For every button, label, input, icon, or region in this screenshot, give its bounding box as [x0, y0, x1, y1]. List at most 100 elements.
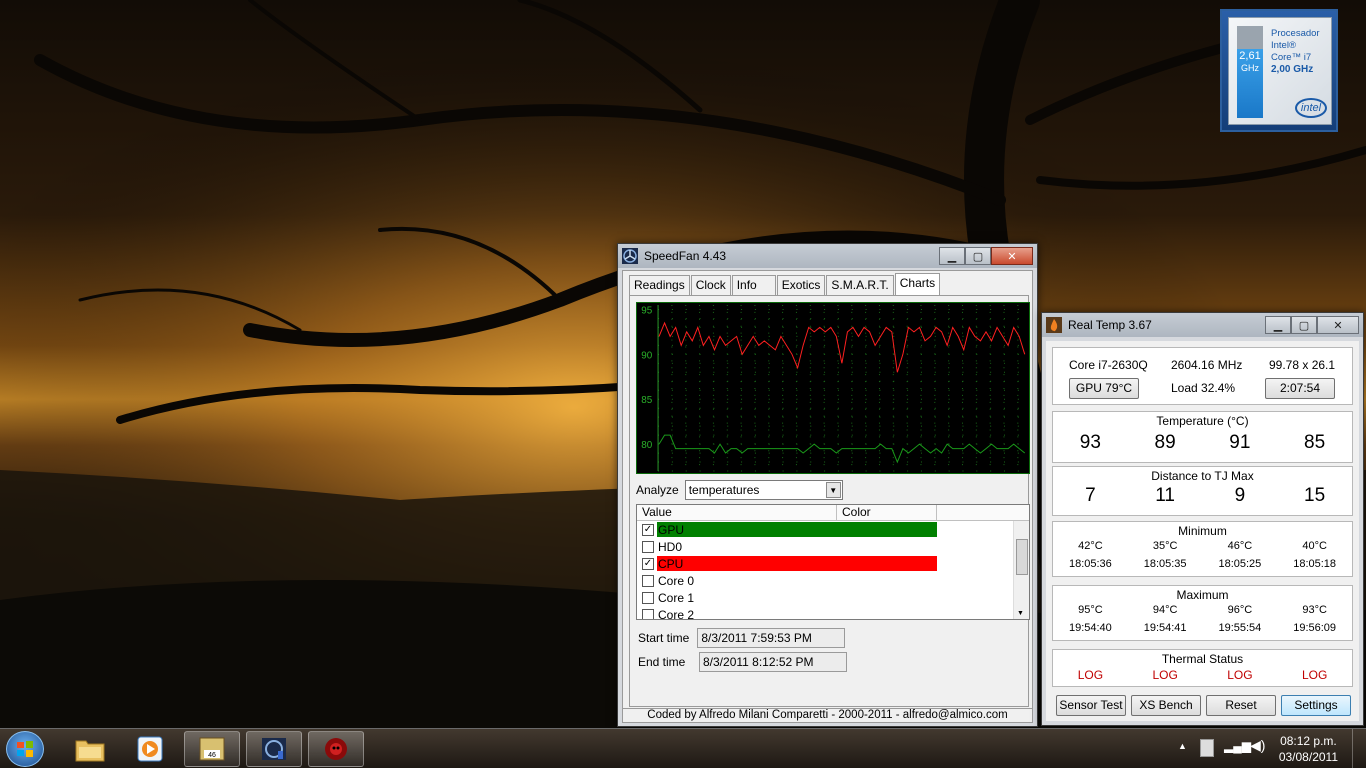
maximize-button[interactable]: ▢	[965, 247, 991, 265]
list-item[interactable]: ✓ GPU	[637, 521, 1029, 538]
scrollbar-thumb[interactable]	[1016, 539, 1028, 575]
close-button[interactable]: ✕	[1317, 316, 1359, 334]
tray-expand-icon[interactable]: ▲	[1178, 741, 1187, 751]
start-button[interactable]	[6, 731, 44, 767]
tray-power-icon[interactable]	[1200, 739, 1214, 757]
scroll-down-icon[interactable]: ▼	[1017, 610, 1024, 617]
flame-icon	[1046, 317, 1062, 333]
tjmax-title: Distance to TJ Max	[1151, 469, 1254, 483]
tab-exotics[interactable]: Exotics	[776, 275, 826, 295]
taskbar-media-player[interactable]	[122, 731, 178, 767]
speedfan-window[interactable]: SpeedFan 4.43 ▁ ▢ ✕ Readings Clock Info …	[617, 243, 1038, 727]
tab-smart[interactable]: S.M.A.R.T.	[826, 275, 894, 295]
list-item-label: GPU	[658, 522, 685, 537]
core1-min: 35°C	[1152, 540, 1178, 552]
start-time-row: Start time 8/3/2011 7:59:53 PM	[638, 628, 846, 648]
core3-min: 40°C	[1302, 540, 1327, 552]
system-clock[interactable]: 08:12 p.m. 03/08/2011	[1279, 733, 1338, 765]
tab-charts[interactable]: Charts	[894, 273, 941, 295]
core3-max: 93°C	[1302, 604, 1327, 616]
fan-icon	[622, 248, 638, 264]
list-item-label: CPU	[658, 556, 684, 571]
intel-cpu-gadget[interactable]: 2,61 GHz Procesador Intel® Core™ i7 2,00…	[1220, 9, 1338, 132]
core1-temp: 89	[1154, 432, 1176, 453]
gadget-base-frequency: 2,00 GHz	[1271, 64, 1314, 75]
core2-min-time: 18:05:25	[1218, 558, 1262, 570]
settings-button[interactable]: Settings	[1281, 695, 1351, 716]
end-time-label: End time	[638, 655, 686, 669]
show-desktop-button[interactable]	[1352, 729, 1366, 768]
close-button[interactable]: ✕	[991, 247, 1033, 265]
tab-readings[interactable]: Readings	[629, 275, 690, 295]
core0-thermal-log[interactable]: LOG	[1053, 668, 1128, 682]
tray-volume-icon[interactable]: ◀)	[1250, 737, 1265, 754]
list-item[interactable]: HD0	[637, 538, 1029, 555]
tjmax-group: Distance to TJ Max 7 11 9 15	[1052, 466, 1353, 516]
gpu-temp-button[interactable]: GPU 79°C	[1069, 378, 1139, 399]
minimize-button[interactable]: ▁	[939, 247, 965, 265]
temperature-title: Temperature (°C)	[1156, 414, 1249, 428]
taskbar: 46 ▲ ▂▄▆ ◀) 08:12 p.m. 03/08/2011	[0, 728, 1366, 768]
analyze-select[interactable]: temperatures ▼	[684, 480, 843, 500]
taskbar-game[interactable]	[308, 731, 364, 767]
analyze-row: Analyze temperatures ▼	[636, 480, 843, 500]
taskbar-explorer[interactable]	[62, 731, 118, 767]
xs-bench-button[interactable]: XS Bench	[1131, 695, 1201, 716]
list-item-checkbox[interactable]	[642, 591, 654, 604]
column-color[interactable]: Color	[837, 505, 937, 520]
sensor-test-button[interactable]: Sensor Test	[1056, 695, 1126, 716]
core1-max-time: 19:54:41	[1143, 622, 1187, 634]
list-item-checkbox[interactable]	[642, 540, 654, 553]
gadget-line-2: Intel®	[1271, 40, 1296, 51]
thermal-status-group: Thermal Status LOG LOG LOG LOG	[1052, 649, 1353, 687]
list-item[interactable]: ✓ CPU	[637, 555, 1029, 572]
dropdown-arrow-icon[interactable]: ▼	[825, 482, 841, 498]
timer-button[interactable]: 2:07:54	[1265, 378, 1335, 399]
list-item-checkbox[interactable]: ✓	[642, 523, 654, 536]
chart-tick-label: 85	[641, 395, 652, 406]
realtemp-titlebar[interactable]: Real Temp 3.67 ▁ ▢ ✕	[1042, 313, 1363, 337]
speedfan-titlebar[interactable]: SpeedFan 4.43 ▁ ▢ ✕	[618, 244, 1037, 268]
chart-tick-label: 95	[641, 305, 652, 316]
analyze-selected-value: temperatures	[688, 483, 760, 497]
series-color-swatch	[657, 522, 937, 537]
tab-clock[interactable]: Clock	[690, 275, 731, 295]
taskbar-speedfan[interactable]	[246, 731, 302, 767]
core3-max-time: 19:56:09	[1293, 622, 1337, 634]
list-item[interactable]: Core 0	[637, 572, 1029, 589]
column-value[interactable]: Value	[637, 505, 837, 520]
sensor-list-rows: ✓ GPU HD0 ✓ CPU Core 0 Core 1 Core 2	[637, 521, 1029, 619]
minimum-temps: 42°C 35°C 46°C 40°C	[1053, 540, 1352, 552]
end-time-field[interactable]: 8/3/2011 8:12:52 PM	[699, 652, 847, 672]
tab-info[interactable]: Info	[731, 275, 776, 295]
intel-logo: intel	[1295, 98, 1327, 118]
windows-logo-icon	[17, 741, 33, 757]
realtemp-window[interactable]: Real Temp 3.67 ▁ ▢ ✕ Core i7-2630Q 2604.…	[1041, 312, 1364, 726]
core2-temp: 91	[1229, 432, 1251, 453]
start-time-field[interactable]: 8/3/2011 7:59:53 PM	[697, 628, 846, 648]
end-time-row: End time 8/3/2011 8:12:52 PM	[638, 652, 847, 672]
maximize-button[interactable]: ▢	[1291, 316, 1317, 334]
minimize-button[interactable]: ▁	[1265, 316, 1291, 334]
taskbar-realtemp[interactable]: 46	[184, 731, 240, 767]
core3-thermal-log[interactable]: LOG	[1277, 668, 1352, 682]
reset-button[interactable]: Reset	[1206, 695, 1276, 716]
list-item-checkbox[interactable]	[642, 574, 654, 587]
tray-network-icon[interactable]: ▂▄▆	[1224, 739, 1251, 753]
temperature-values: 93 89 91 85	[1053, 432, 1352, 454]
list-item-label: Core 1	[658, 590, 695, 605]
gadget-line-1: Procesador	[1271, 28, 1320, 39]
cpu-load: Load 32.4%	[1171, 381, 1236, 395]
list-scrollbar[interactable]: ▼	[1013, 521, 1029, 619]
list-item[interactable]: Core 2	[637, 606, 1029, 619]
list-item[interactable]: Core 1	[637, 589, 1029, 606]
list-item-checkbox[interactable]: ✓	[642, 557, 654, 570]
cpu-info-group: Core i7-2630Q 2604.16 MHz 99.78 x 26.1 G…	[1052, 347, 1353, 405]
clock-date: 03/08/2011	[1278, 750, 1338, 764]
sensor-list[interactable]: Value Color ✓ GPU HD0 ✓ CPU Core 0 Core 1 Core …	[636, 504, 1030, 620]
core2-thermal-log[interactable]: LOG	[1203, 668, 1278, 682]
core1-thermal-log[interactable]: LOG	[1128, 668, 1203, 682]
list-item-checkbox[interactable]	[642, 608, 654, 619]
series-line-cpu	[658, 321, 1026, 373]
core2-max: 96°C	[1227, 604, 1253, 616]
